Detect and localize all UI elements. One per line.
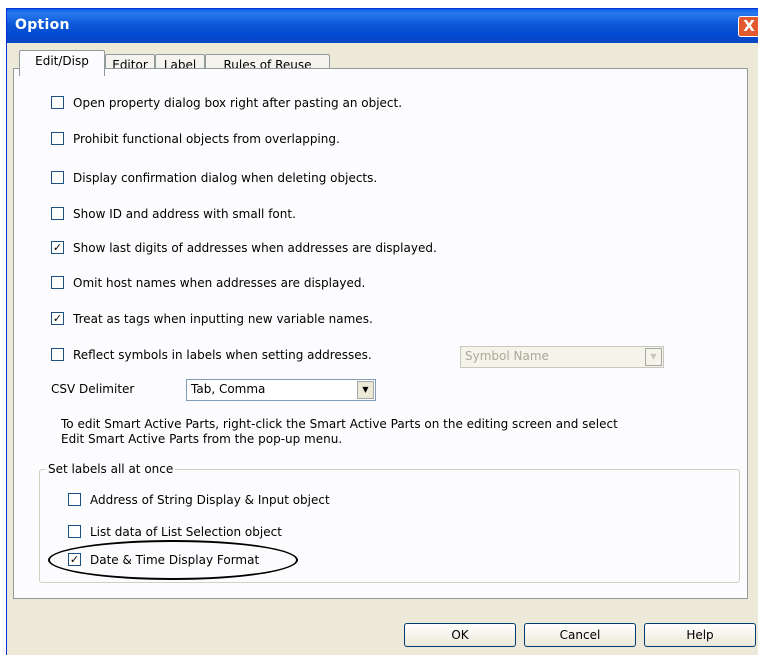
checkbox[interactable]: ✓ [51, 241, 64, 254]
button-label: Cancel [559, 628, 601, 642]
tab-label: Edit/Disp [35, 54, 89, 68]
option-label: Show ID and address with small font. [73, 207, 296, 221]
checkbox[interactable]: ✓ [51, 312, 64, 325]
checkbox[interactable] [51, 96, 64, 109]
csv-delimiter-label: CSV Delimiter [51, 382, 135, 396]
checkbox[interactable] [51, 276, 64, 289]
option-label: Display confirmation dialog when deletin… [73, 171, 378, 185]
title-bar[interactable]: Option X [7, 9, 758, 43]
option-label: Reflect symbols in labels when setting a… [73, 348, 372, 362]
chevron-down-icon[interactable]: ▼ [357, 381, 374, 399]
close-button[interactable]: X [738, 16, 758, 37]
button-label: OK [451, 628, 469, 642]
option-label: Address of String Display & Input object [90, 493, 330, 507]
help-button[interactable]: Help [644, 623, 756, 647]
symbol-name-select[interactable]: Symbol Name ▼ [460, 346, 664, 368]
ok-button[interactable]: OK [404, 623, 516, 647]
option-label: Treat as tags when inputting new variabl… [73, 312, 373, 326]
option-label: Prohibit functional objects from overlap… [73, 132, 340, 146]
checkbox[interactable] [51, 207, 64, 220]
checkbox[interactable] [51, 348, 64, 361]
smart-parts-note: To edit Smart Active Parts, right-click … [61, 417, 618, 447]
symbol-select-value: Symbol Name [465, 349, 549, 363]
checkbox[interactable] [51, 171, 64, 184]
group-title: Set labels all at once [46, 462, 176, 476]
option-label: Omit host names when addresses are displ… [73, 276, 366, 290]
csv-delimiter-select[interactable]: Tab, Comma ▼ [186, 379, 376, 401]
tab-edit-disp[interactable]: Edit/Disp [19, 50, 105, 76]
note-line: To edit Smart Active Parts, right-click … [61, 417, 618, 431]
chevron-down-icon[interactable]: ▼ [645, 348, 662, 366]
dialog-title: Option [15, 17, 70, 33]
note-line: Edit Smart Active Parts from the pop-up … [61, 432, 343, 446]
close-icon: X [743, 17, 755, 35]
checkbox[interactable] [68, 525, 81, 538]
csv-delimiter-value: Tab, Comma [191, 382, 266, 396]
option-label: Show last digits of addresses when addre… [73, 241, 437, 255]
button-label: Help [686, 628, 714, 642]
option-label: Open property dialog box right after pas… [73, 96, 403, 110]
checkbox[interactable] [51, 132, 64, 145]
option-label: List data of List Selection object [90, 525, 282, 539]
checkbox[interactable] [68, 493, 81, 506]
highlight-ellipse [48, 540, 298, 580]
cancel-button[interactable]: Cancel [524, 623, 636, 647]
